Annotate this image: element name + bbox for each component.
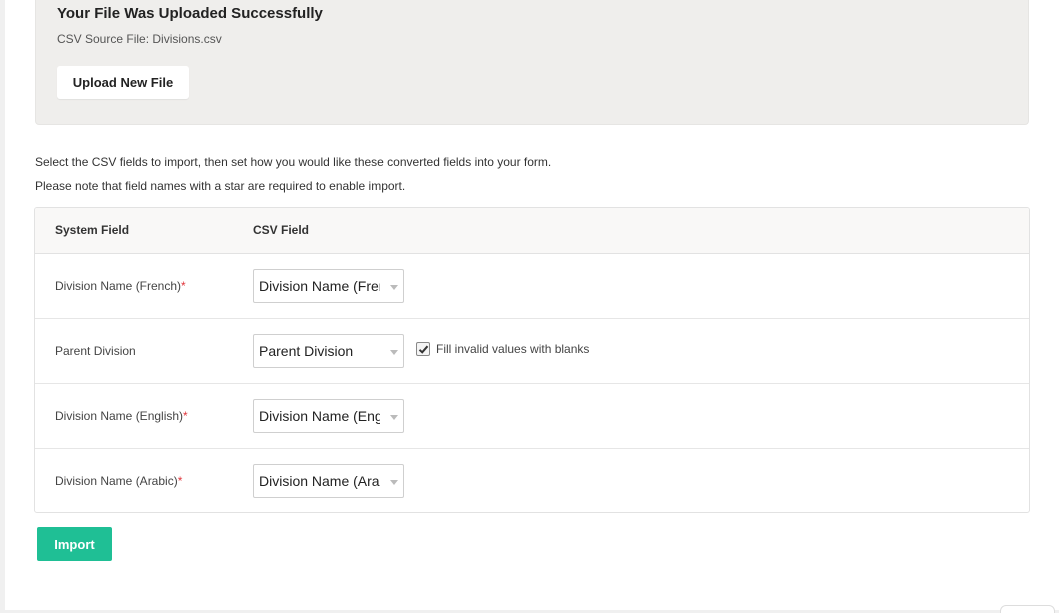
select-value: Parent Division (259, 343, 354, 359)
field-name: Division Name (Arabic) (55, 474, 178, 488)
upload-success-panel: Your File Was Uploaded Successfully CSV … (35, 0, 1029, 125)
table-header: System Field CSV Field (35, 208, 1029, 254)
fill-invalid-option[interactable]: Fill invalid values with blanks (416, 342, 589, 356)
field-name: Division Name (English) (55, 409, 184, 423)
field-name: Division Name (French) (55, 279, 182, 293)
csv-field-select[interactable]: Division Name (Arabic) (253, 464, 404, 498)
caret-down-icon (390, 415, 398, 420)
upload-success-title: Your File Was Uploaded Successfully (57, 5, 323, 22)
system-field-header: System Field (55, 223, 130, 237)
select-value: Division Name (Arabic) (259, 473, 380, 489)
table-row: Division Name (French)* Division Name (F… (35, 254, 1029, 319)
system-field-label: Division Name (French)* (55, 279, 186, 293)
select-value: Division Name (English) (259, 408, 380, 424)
corner-widget[interactable] (1000, 605, 1055, 613)
table-row: Division Name (Arabic)* Division Name (A… (35, 449, 1029, 512)
table-row: Parent Division Parent Division Fill inv… (35, 319, 1029, 384)
csv-field-select[interactable]: Division Name (English) (253, 399, 404, 433)
import-instructions: Select the CSV fields to import, then se… (35, 150, 551, 198)
required-star: * (183, 409, 188, 423)
csv-field-header: CSV Field (253, 223, 310, 237)
required-star: * (177, 474, 183, 488)
required-star: * (181, 279, 186, 293)
upload-new-file-button[interactable]: Upload New File (57, 66, 189, 99)
caret-down-icon (390, 480, 398, 485)
field-mapping-table: System Field CSV Field Division Name (Fr… (34, 207, 1030, 513)
fill-invalid-label: Fill invalid values with blanks (436, 342, 590, 356)
system-field-label: Parent Division (55, 344, 136, 358)
select-value: Division Name (French) (259, 278, 380, 294)
system-field-label: Division Name (English)* (55, 409, 188, 423)
import-button[interactable]: Import (37, 527, 112, 561)
instructions-line-1: Select the CSV fields to import, then se… (35, 155, 552, 169)
instructions-line-2: Please note that field names with a star… (35, 179, 406, 193)
caret-down-icon (390, 350, 398, 355)
fill-invalid-checkbox[interactable] (416, 342, 430, 356)
field-name: Parent Division (55, 344, 136, 358)
system-field-label: Division Name (Arabic)* (55, 474, 182, 488)
csv-field-select[interactable]: Parent Division (253, 334, 404, 368)
checkmark-icon (418, 345, 429, 354)
csv-source-file: CSV Source File: Divisions.csv (57, 32, 222, 46)
csv-field-select[interactable]: Division Name (French) (253, 269, 404, 303)
page-container: Your File Was Uploaded Successfully CSV … (5, 0, 1059, 610)
caret-down-icon (390, 285, 398, 290)
table-row: Division Name (English)* Division Name (… (35, 384, 1029, 449)
